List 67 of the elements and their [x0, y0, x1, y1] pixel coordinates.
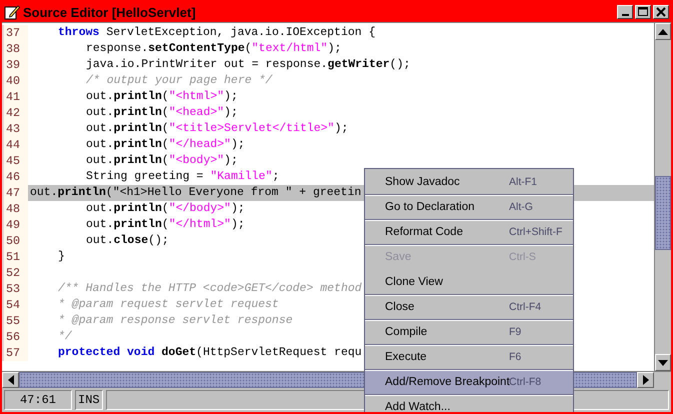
code-line: /* output your page here */ [86, 73, 272, 89]
menu-item[interactable]: Add/Remove BreakpointCtrl-F8 [365, 369, 573, 394]
line-number: 47 [2, 185, 28, 201]
code-line: out.println("<body>"); [86, 153, 238, 169]
code-line: } [58, 249, 65, 265]
up-arrow-icon [658, 28, 668, 34]
vertical-scrollbar[interactable] [654, 23, 671, 371]
code-line: out.println("<html>"); [86, 89, 238, 105]
scroll-up-button[interactable] [655, 23, 671, 40]
scroll-left-button[interactable] [2, 372, 19, 388]
line-number: 39 [2, 57, 28, 73]
line-number: 38 [2, 41, 28, 57]
menu-item[interactable]: Close Ctrl-F4 [365, 294, 573, 319]
code-line: /** Handles the HTTP <code>GET</code> method [58, 281, 362, 297]
code-line: out.println("<title>Servlet</title>"); [86, 121, 348, 137]
line-number: 40 [2, 73, 28, 89]
line-number: 46 [2, 169, 28, 185]
code-line: out.close(); [86, 233, 169, 249]
code-line: out.println("</body>"); [86, 201, 245, 217]
menu-item[interactable]: Reformat Code Ctrl+Shift-F [365, 219, 573, 244]
line-number: 55 [2, 313, 28, 329]
pencil-icon [4, 4, 20, 20]
line-number: 49 [2, 217, 28, 233]
cursor-position: 47:61 [4, 390, 72, 410]
close-button[interactable] [653, 5, 669, 19]
line-number: 43 [2, 121, 28, 137]
close-icon [655, 6, 667, 18]
line-number: 50 [2, 233, 28, 249]
menu-item[interactable]: Compile F9 [365, 319, 573, 344]
code-line: out.println("</html>"); [86, 217, 245, 233]
minimize-icon [622, 14, 628, 16]
right-arrow-icon [642, 375, 648, 385]
maximize-icon [637, 6, 649, 18]
line-number: 52 [2, 265, 28, 281]
insert-mode: INS [75, 390, 103, 410]
code-line: out.println("</head>"); [86, 137, 245, 153]
code-line: java.io.PrintWriter out = response.getWriter(); [86, 57, 410, 73]
line-number: 53 [2, 281, 28, 297]
code-line: response.setContentType("text/html"); [86, 41, 342, 57]
maximize-button[interactable] [635, 5, 651, 19]
line-number: 57 [2, 345, 28, 361]
line-number: 48 [2, 201, 28, 217]
menu-item[interactable]: Clone View [365, 269, 573, 294]
left-arrow-icon [8, 375, 14, 385]
menu-item[interactable]: Show Javadoc Alt-F1 [365, 169, 573, 194]
window-title: Source Editor [HelloServlet] [23, 4, 197, 20]
line-number: 45 [2, 153, 28, 169]
line-number: 54 [2, 297, 28, 313]
line-number: 44 [2, 137, 28, 153]
line-number: 56 [2, 329, 28, 345]
code-line: String greeting = "Kamille"; [86, 169, 280, 185]
minimize-button[interactable] [617, 5, 633, 19]
code-line: protected void doGet(HttpServletRequest requ [58, 345, 362, 361]
code-line: throws ServletException, java.io.IOException { [58, 25, 376, 41]
menu-item[interactable]: Go to Declaration Alt-G [365, 194, 573, 219]
code-line: out.println("<head>"); [86, 105, 238, 121]
scroll-right-button[interactable] [637, 372, 654, 388]
scroll-down-button[interactable] [655, 354, 671, 371]
line-number: 37 [2, 25, 28, 41]
scroll-thumb[interactable] [655, 176, 671, 250]
code-line: * @param response servlet response [58, 313, 293, 329]
line-number: 41 [2, 89, 28, 105]
down-arrow-icon [658, 360, 668, 366]
line-number: 42 [2, 105, 28, 121]
code-line: * @param request servlet request [58, 297, 279, 313]
line-number: 51 [2, 249, 28, 265]
code-line: */ [58, 329, 72, 345]
